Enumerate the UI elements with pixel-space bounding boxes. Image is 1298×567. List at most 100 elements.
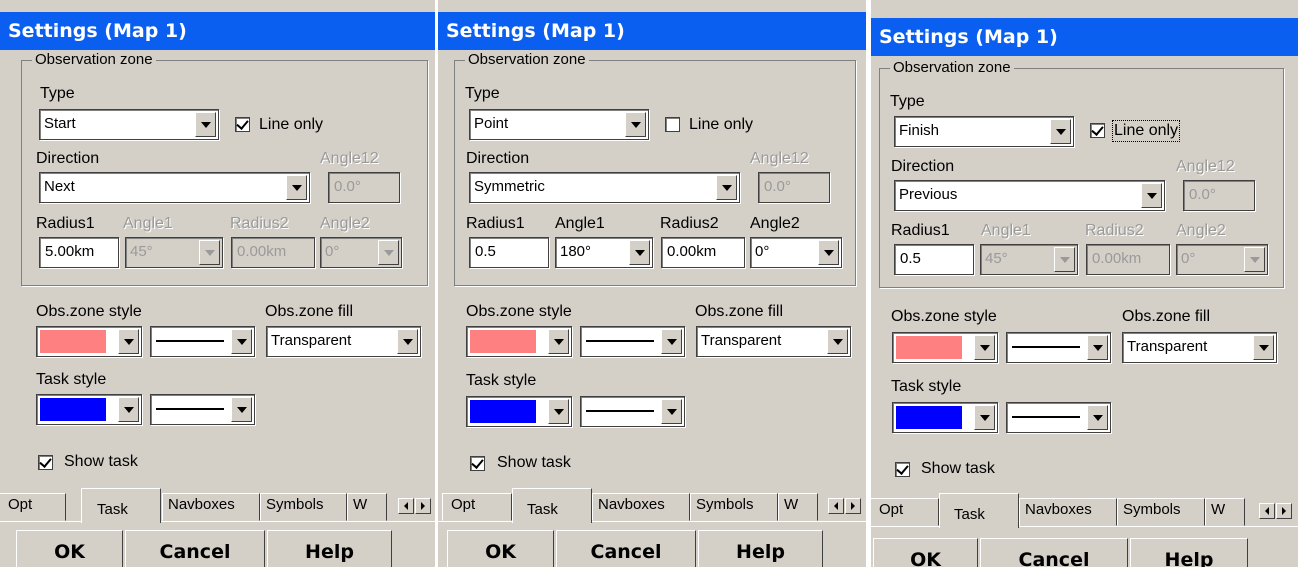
line-only-label[interactable]: Line only (1111, 120, 1181, 142)
help-button[interactable]: Help (267, 530, 392, 567)
tab-scroll-left-icon[interactable] (1259, 503, 1275, 519)
task-color-select[interactable] (466, 396, 572, 427)
obs-zone-color-select[interactable] (466, 326, 572, 357)
chevron-down-icon[interactable] (1050, 119, 1071, 144)
tab-scroll-right-icon[interactable] (415, 498, 431, 514)
tab-scroll-left-icon[interactable] (398, 498, 414, 514)
line-only-label[interactable]: Line only (259, 116, 323, 134)
obs-zone-line-select[interactable] (1006, 332, 1111, 363)
obs-zone-fill-value: Transparent (271, 332, 352, 349)
chevron-down-icon[interactable] (1141, 183, 1162, 208)
angle2-select[interactable]: 0° (750, 237, 842, 268)
line-only-label[interactable]: Line only (689, 116, 753, 134)
tab-w[interactable]: W (347, 493, 387, 521)
show-task-label[interactable]: Show task (497, 454, 571, 472)
radius1-field[interactable]: 0.5 (469, 237, 549, 268)
tab-opt[interactable]: Opt (0, 493, 66, 521)
tab-scroll-left-icon[interactable] (828, 498, 844, 514)
task-line-select[interactable] (150, 394, 255, 425)
task-color-select[interactable] (36, 394, 142, 425)
group-title: Observation zone (465, 51, 589, 68)
cancel-button[interactable]: Cancel (125, 530, 265, 567)
chevron-down-icon[interactable] (397, 329, 418, 354)
direction-select[interactable]: Previous (894, 180, 1165, 211)
task-line-select[interactable] (1006, 402, 1111, 433)
angle2-label: Angle2 (750, 215, 800, 232)
help-button[interactable]: Help (698, 530, 823, 567)
direction-select[interactable]: Symmetric (469, 172, 740, 203)
tab-task[interactable]: Task (939, 493, 1019, 528)
obs-zone-color-select[interactable] (36, 326, 142, 357)
type-select[interactable]: Start (39, 109, 219, 140)
chevron-down-icon[interactable] (231, 397, 252, 422)
chevron-down-icon[interactable] (548, 329, 569, 354)
show-task-label[interactable]: Show task (921, 460, 995, 478)
help-button[interactable]: Help (1130, 538, 1248, 567)
task-color-select[interactable] (892, 402, 998, 433)
tab-navboxes[interactable]: Navboxes (592, 493, 690, 521)
show-task-label[interactable]: Show task (64, 453, 138, 471)
chevron-down-icon[interactable] (818, 240, 839, 265)
cancel-button[interactable]: Cancel (980, 538, 1128, 567)
chevron-down-icon[interactable] (1087, 335, 1108, 360)
chevron-down-icon[interactable] (974, 335, 995, 360)
task-style-label: Task style (891, 378, 962, 395)
chevron-down-icon[interactable] (625, 112, 646, 137)
radius1-field[interactable]: 5.00km (39, 237, 119, 268)
chevron-down-icon[interactable] (827, 329, 848, 354)
angle1-value: 180° (560, 243, 592, 260)
chevron-down-icon[interactable] (286, 175, 307, 200)
obs-zone-line-select[interactable] (150, 326, 255, 357)
chevron-down-icon[interactable] (1253, 335, 1274, 360)
type-select[interactable]: Point (469, 109, 649, 140)
obs-zone-fill-select[interactable]: Transparent (266, 326, 421, 357)
obs-zone-line-select[interactable] (580, 326, 685, 357)
cancel-button[interactable]: Cancel (556, 530, 696, 567)
chevron-down-icon[interactable] (1087, 405, 1108, 430)
chevron-down-icon[interactable] (231, 329, 252, 354)
obs-zone-fill-select[interactable]: Transparent (1122, 332, 1277, 363)
tab-symbols[interactable]: Symbols (690, 493, 778, 521)
ok-button[interactable]: OK (16, 530, 123, 567)
tab-task[interactable]: Task (512, 488, 592, 523)
type-label: Type (890, 93, 925, 110)
tab-w[interactable]: W (1205, 498, 1245, 526)
show-task-checkbox[interactable] (470, 456, 485, 471)
chevron-down-icon[interactable] (974, 405, 995, 430)
obs-zone-fill-select[interactable]: Transparent (696, 326, 851, 357)
tab-opt[interactable]: Opt (871, 498, 939, 526)
show-task-checkbox[interactable] (38, 455, 53, 470)
type-select[interactable]: Finish (894, 116, 1074, 147)
line-only-checkbox[interactable] (665, 117, 680, 132)
obs-zone-color-select[interactable] (892, 332, 998, 363)
chevron-down-icon[interactable] (629, 240, 650, 265)
line-only-checkbox[interactable] (1090, 123, 1105, 138)
direction-select[interactable]: Next (39, 172, 310, 203)
chevron-down-icon[interactable] (548, 399, 569, 424)
tab-navboxes[interactable]: Navboxes (1019, 498, 1117, 526)
tab-navboxes[interactable]: Navboxes (162, 493, 260, 521)
tab-symbols[interactable]: Symbols (260, 493, 347, 521)
chevron-down-icon[interactable] (118, 329, 139, 354)
chevron-down-icon[interactable] (118, 397, 139, 422)
task-line-select[interactable] (580, 396, 685, 427)
tab-symbols[interactable]: Symbols (1117, 498, 1205, 526)
line-only-checkbox[interactable] (235, 117, 250, 132)
tab-task[interactable]: Task (81, 488, 161, 523)
chevron-down-icon[interactable] (195, 112, 216, 137)
radius1-field[interactable]: 0.5 (894, 244, 974, 275)
tab-scroll-right-icon[interactable] (1276, 503, 1292, 519)
chevron-down-icon[interactable] (661, 399, 682, 424)
tab-scroll-right-icon[interactable] (845, 498, 861, 514)
tab-opt[interactable]: Opt (442, 493, 512, 521)
ok-button[interactable]: OK (447, 530, 554, 567)
group-title: Observation zone (32, 51, 156, 68)
obs-zone-fill-value: Transparent (701, 332, 782, 349)
angle1-select[interactable]: 180° (555, 237, 653, 268)
ok-button[interactable]: OK (873, 538, 978, 567)
show-task-checkbox[interactable] (895, 462, 910, 477)
chevron-down-icon[interactable] (661, 329, 682, 354)
tab-w[interactable]: W (778, 493, 818, 521)
radius2-field[interactable]: 0.00km (661, 237, 745, 268)
chevron-down-icon[interactable] (716, 175, 737, 200)
